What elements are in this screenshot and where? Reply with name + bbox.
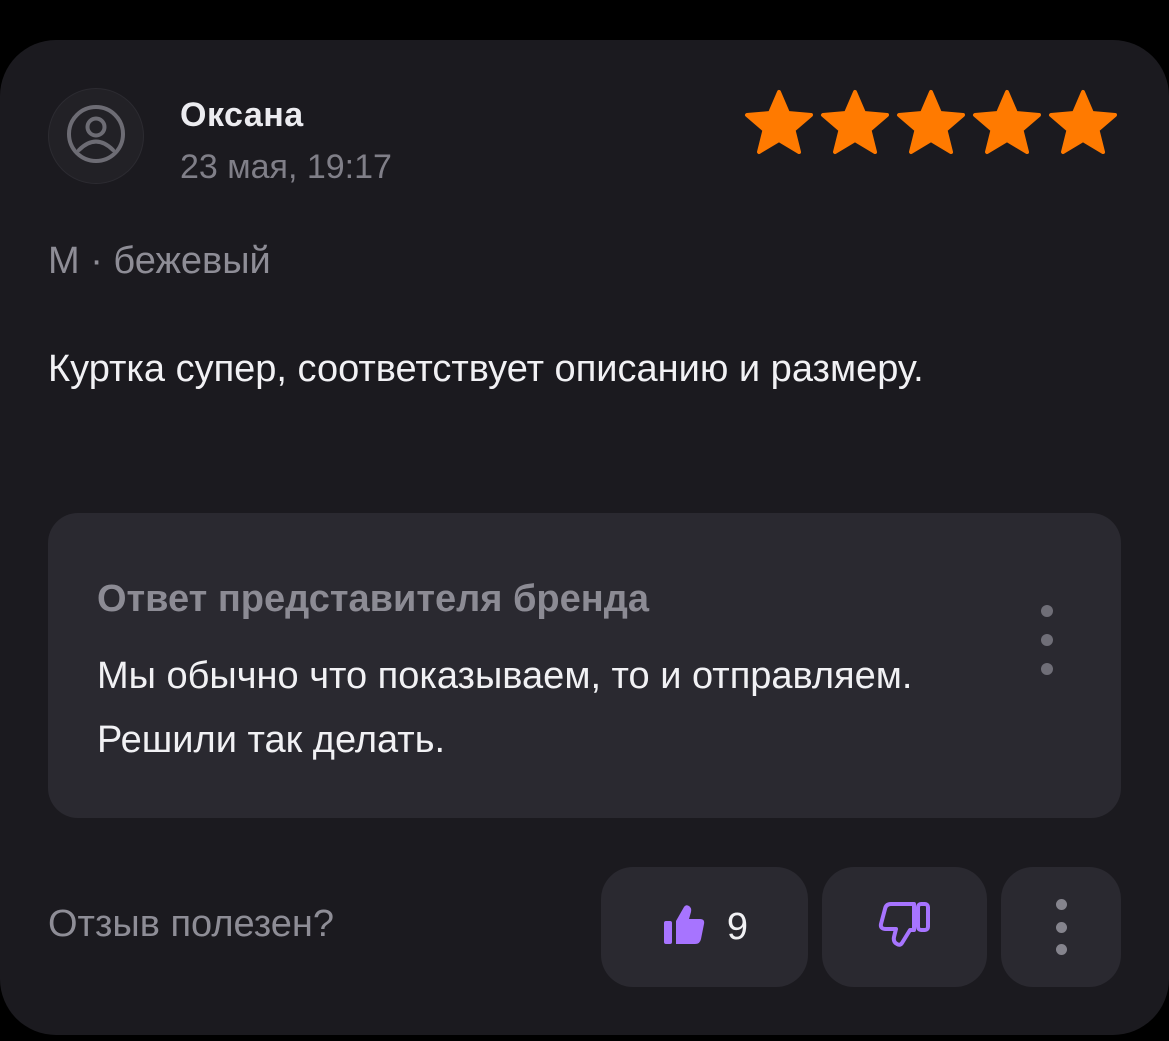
star-icon xyxy=(895,88,967,156)
more-button[interactable] xyxy=(1001,867,1121,987)
star-icon xyxy=(1047,88,1119,156)
brand-answer-title: Ответ представителя бренда xyxy=(97,578,649,620)
thumbs-up-icon xyxy=(661,902,707,953)
helpful-question: Отзыв полезен? xyxy=(48,903,335,945)
star-icon xyxy=(819,88,891,156)
product-variant: М · бежевый xyxy=(48,240,271,282)
author-name: Оксана xyxy=(180,96,304,134)
review-date: 23 мая, 19:17 xyxy=(180,148,392,186)
more-vertical-icon xyxy=(1054,899,1068,955)
review-card: Оксана 23 мая, 19:17 М · бежевый Куртка … xyxy=(0,40,1169,1035)
brand-answer-text: Мы обычно что показываем, то и отправляе… xyxy=(97,655,913,761)
more-vertical-icon[interactable] xyxy=(1033,605,1061,675)
avatar xyxy=(48,88,144,184)
brand-answer: Ответ представителя бренда Мы обычно что… xyxy=(48,513,1121,818)
star-icon xyxy=(743,88,815,156)
dislike-button[interactable] xyxy=(822,867,987,987)
review-text: Куртка супер, соответствует описанию и р… xyxy=(48,348,924,390)
like-count: 9 xyxy=(726,905,749,948)
like-button[interactable]: 9 xyxy=(601,867,808,987)
thumbs-down-icon xyxy=(874,899,936,956)
rating-stars xyxy=(743,88,1119,156)
star-icon xyxy=(971,88,1043,156)
user-circle-icon xyxy=(65,103,127,170)
